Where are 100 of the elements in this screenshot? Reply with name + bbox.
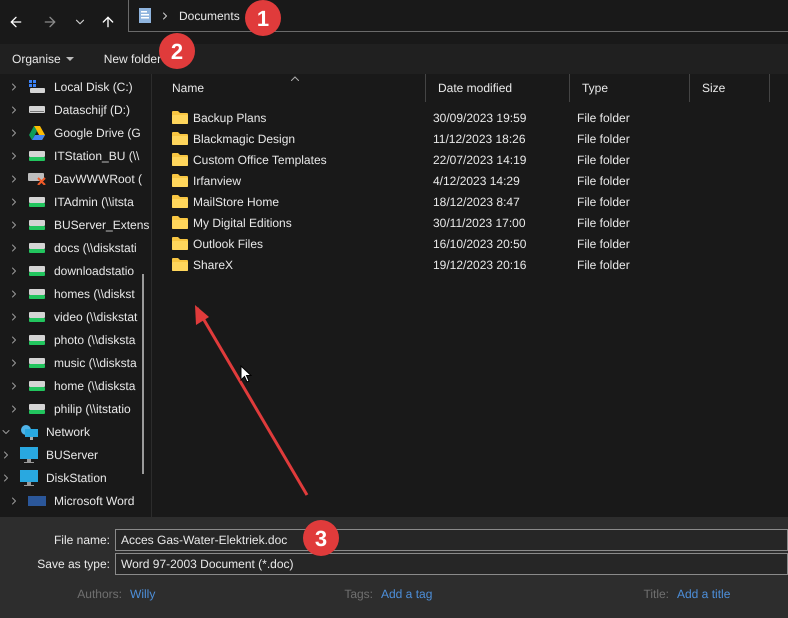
file-type: File folder: [577, 258, 630, 272]
file-name: Backup Plans: [193, 110, 266, 126]
document-icon: [139, 8, 151, 23]
triangle-logo-icon: [29, 126, 45, 140]
breadcrumb[interactable]: Documents: [179, 6, 240, 24]
date-modified: 22/07/2023 14:19: [433, 152, 526, 166]
sidebar-item[interactable]: Microsoft Word: [54, 492, 134, 510]
sidebar-item[interactable]: DavWWWRoot (: [54, 170, 142, 188]
sidebar-item[interactable]: docs (\\diskstati: [54, 238, 137, 256]
drive-icon: [29, 80, 45, 94]
sidebar-item[interactable]: video (\\diskstat: [54, 308, 138, 326]
file-type: File folder: [577, 194, 630, 208]
network-drive-icon: [29, 196, 45, 206]
file-row[interactable]: MailStore Home 18/12/2023 8:47 File folder: [160, 191, 788, 212]
meta-link[interactable]: Add a tag: [381, 585, 592, 603]
file-name: Blackmagic Design: [193, 130, 296, 148]
file-type: File folder: [577, 152, 630, 166]
dropdown-icon: [66, 57, 74, 61]
folder-icon: [172, 153, 188, 166]
file-row[interactable]: Outlook Files 16/10/2023 20:50 File folder: [160, 233, 788, 254]
network-drive-icon: [29, 358, 45, 368]
sidebar-item[interactable]: Google Drive (G: [54, 124, 141, 142]
network-drive-icon: [29, 404, 45, 414]
file-type: File folder: [577, 132, 630, 146]
file-name: MailStore Home: [193, 194, 280, 210]
meta-label: Authors:: [77, 586, 122, 603]
network-drive-icon: [29, 220, 45, 230]
folder-icon: [172, 258, 188, 271]
new-folder-button[interactable]: New folder: [104, 50, 162, 68]
monitor-icon: [20, 446, 38, 462]
folder-icon: [172, 195, 188, 208]
file-row[interactable]: My Digital Editions 30/11/2023 17:00 File folder: [160, 212, 788, 233]
file-type: File folder: [577, 236, 630, 250]
file-name: Irfanview: [193, 172, 242, 190]
network-drive-icon: [29, 312, 45, 322]
sidebar-item[interactable]: Local Disk (C:): [54, 78, 133, 96]
sidebar-item[interactable]: DiskStation: [46, 468, 107, 486]
file-type: File folder: [577, 216, 630, 230]
file-name: Outlook Files: [193, 236, 264, 252]
sort-ascending-icon: [291, 76, 299, 81]
mouse-cursor-icon: [240, 365, 252, 383]
date-modified: 19/12/2023 20:16: [433, 258, 526, 272]
organise-menu[interactable]: Organise: [12, 50, 74, 68]
network-drive-icon: [29, 266, 45, 276]
save-type-dropdown[interactable]: Word 97-2003 Document (*.doc): [115, 552, 788, 574]
sidebar-item[interactable]: photo (\\disksta: [54, 330, 136, 348]
column-header[interactable]: Name: [160, 74, 426, 102]
file-row[interactable]: ShareX 19/12/2023 20:16 File folder: [160, 254, 788, 275]
date-modified: 11/12/2023 18:26: [433, 132, 526, 146]
folder-icon: [172, 111, 188, 124]
network-drive-icon: [29, 288, 45, 298]
field-label: Save as type:: [36, 556, 111, 572]
folder-icon: [172, 132, 188, 145]
file-row[interactable]: Blackmagic Design 11/12/2023 18:26 File folder: [160, 128, 788, 149]
meta-label: Tags:: [344, 586, 373, 603]
file-row[interactable]: Backup Plans 30/09/2023 19:59 File folder: [160, 107, 788, 128]
file-name: Custom Office Templates: [193, 152, 327, 168]
sidebar-item[interactable]: music (\\disksta: [54, 354, 137, 372]
meta-link[interactable]: Add a title: [677, 585, 772, 603]
sidebar-item[interactable]: home (\\disksta: [54, 376, 136, 394]
sidebar-item[interactable]: Dataschijf (D:): [54, 100, 130, 118]
disconnected-drive-icon: [28, 172, 46, 184]
sidebar-item[interactable]: ITStation_BU (\\: [54, 146, 140, 164]
sidebar-item[interactable]: BUServer: [46, 446, 98, 464]
network-drive-icon: [29, 380, 45, 390]
file-row[interactable]: Irfanview 4/12/2023 14:29 File folder: [160, 170, 788, 191]
date-modified: 30/11/2023 17:00: [433, 216, 526, 230]
network-drive-icon: [29, 150, 45, 160]
file-name: My Digital Editions: [193, 214, 292, 232]
monitor-icon: [20, 470, 38, 486]
date-modified: 30/09/2023 19:59: [433, 110, 526, 124]
network-drive-icon: [29, 334, 45, 344]
file-row[interactable]: Custom Office Templates 22/07/2023 14:19 File folder: [160, 149, 788, 170]
sidebar-item[interactable]: homes (\\diskst: [54, 284, 135, 302]
drive-icon: [29, 106, 45, 114]
meta-link[interactable]: Willy: [130, 585, 290, 603]
sidebar-item[interactable]: BUServer_Extens: [54, 216, 150, 234]
sidebar-item[interactable]: ITAdmin (\\itsta: [54, 192, 134, 210]
column-header[interactable]: Date modified: [426, 74, 570, 102]
file-name: ShareX: [193, 256, 234, 274]
meta-label: Title:: [643, 586, 669, 603]
sidebar-item[interactable]: downloadstatio: [54, 262, 134, 280]
file-type: File folder: [577, 110, 630, 124]
document-app-icon: [28, 496, 46, 506]
network-drive-icon: [29, 242, 45, 252]
field-label: File name:: [52, 532, 111, 548]
date-modified: 4/12/2023 14:29: [433, 174, 520, 188]
file-type: File folder: [577, 174, 630, 188]
forward-arrow-icon: [42, 14, 58, 30]
column-header[interactable]: Size: [690, 74, 770, 102]
folder-icon: [172, 174, 188, 187]
column-header[interactable]: Type: [570, 74, 690, 102]
date-modified: 16/10/2023 20:50: [433, 236, 526, 250]
sidebar-item[interactable]: Network: [46, 422, 90, 440]
network-icon: [20, 424, 38, 440]
scrollbar[interactable]: [142, 274, 144, 474]
sidebar-item[interactable]: philip (\\itstatio: [54, 400, 131, 418]
folder-icon: [172, 237, 188, 250]
folder-icon: [172, 216, 188, 229]
date-modified: 18/12/2023 8:47: [433, 194, 520, 208]
